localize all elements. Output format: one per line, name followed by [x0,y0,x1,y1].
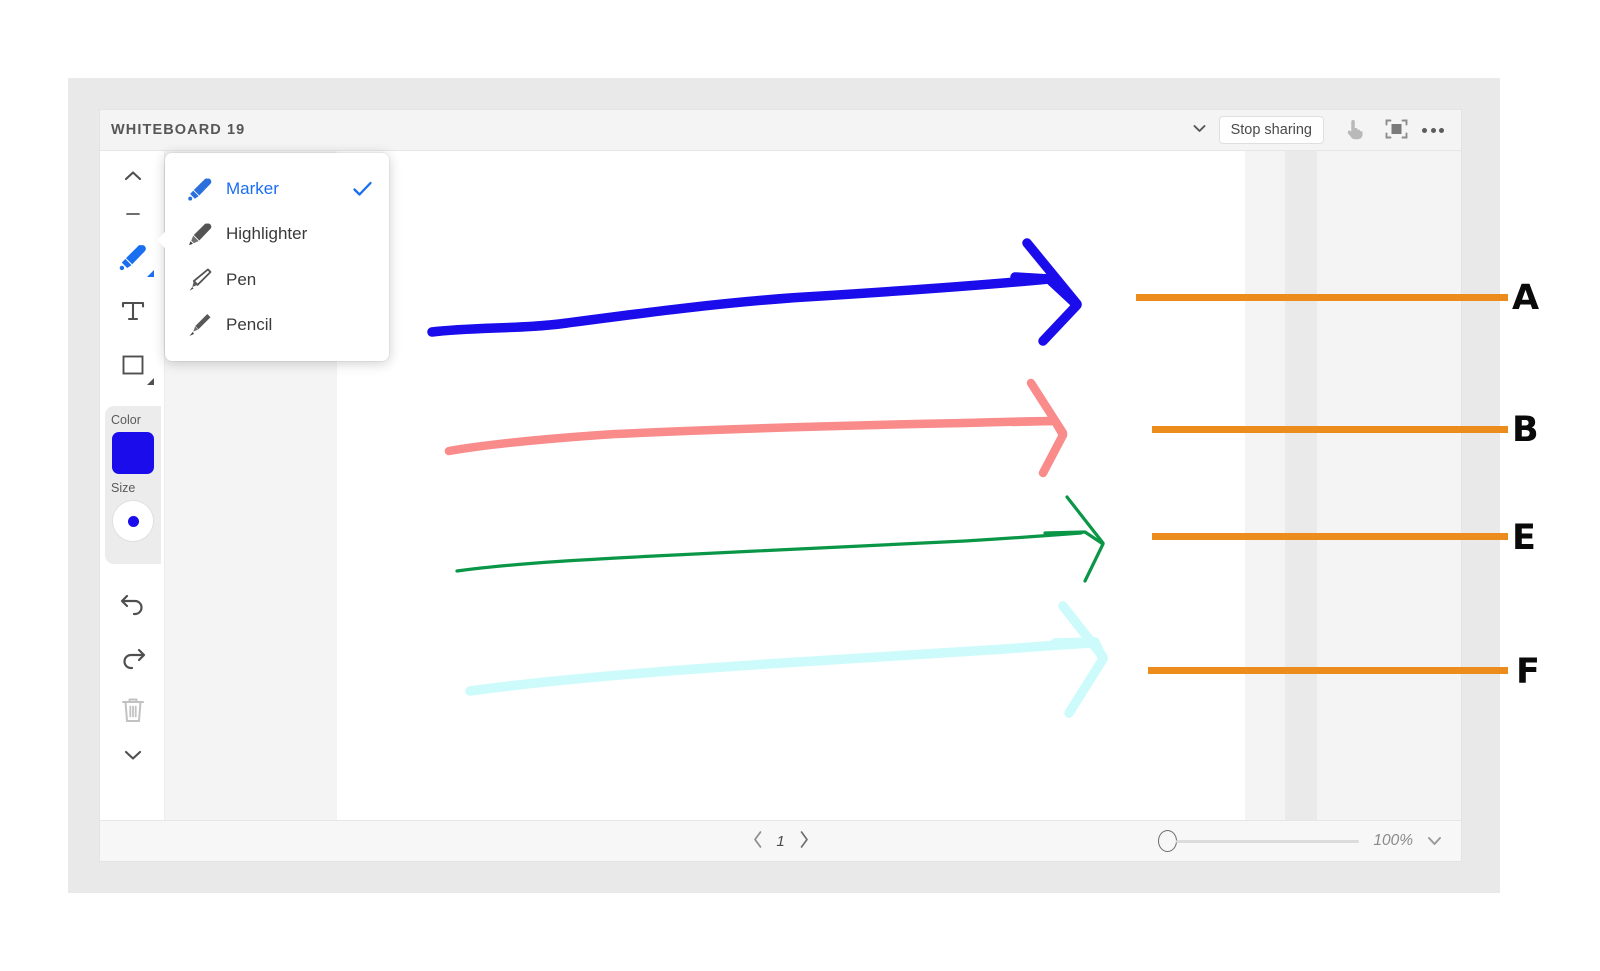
whiteboard-page-sheet[interactable] [337,151,1245,820]
pen-tool-button[interactable] [105,231,161,285]
next-page-button[interactable] [794,828,814,854]
chevron-down-icon [1191,120,1208,140]
flyout-item-pencil[interactable]: Pencil [165,303,389,349]
delete-button[interactable] [105,684,161,738]
tool-rail-scroll-down-button[interactable] [105,738,161,774]
size-label: Size [111,481,136,495]
fit-to-screen-button[interactable] [1378,115,1414,145]
page-navigator: 1 [748,828,814,854]
pointing-hand-icon [1343,117,1366,144]
pencil-icon [181,310,219,340]
marker-icon [116,240,150,277]
marker-icon [181,174,219,204]
trash-can-icon [119,695,147,728]
tool-rail-bottom-group [100,576,165,774]
zoom-chevron-down-icon[interactable] [1425,833,1444,849]
chevron-left-icon [752,830,764,852]
header-collapse-chevron-button[interactable] [1181,115,1219,145]
redo-arrow-icon [118,641,148,674]
annotation-letter-b: B [1512,410,1539,450]
size-swatch-button[interactable] [112,500,154,542]
whiteboard-app-panel: WHITEBOARD 19 Stop sharing Color Size Ma… [100,110,1461,861]
stop-sharing-button[interactable]: Stop sharing [1218,116,1324,144]
annotation-letter-f: F [1516,652,1540,692]
flyout-item-label: Pencil [226,315,273,335]
flyout-item-marker[interactable]: Marker [165,166,389,212]
annotation-letter-a: A [1512,278,1540,318]
square-shape-icon [120,352,146,381]
more-options-dots-icon [1422,127,1444,133]
chevron-up-icon [122,168,144,187]
canvas-right-strip [1285,151,1317,820]
bottom-status-bar: 1 100% [100,820,1461,861]
more-options-button[interactable] [1418,115,1448,145]
flyout-item-highlighter[interactable]: Highlighter [165,212,389,258]
header-actions: Stop sharing [1181,115,1461,145]
small-dot-icon [127,515,139,527]
tool-rail-top-group [100,151,165,393]
chevron-right-icon [798,830,810,852]
fit-to-screen-icon [1384,118,1409,143]
tool-options-group: Color Size [105,406,161,564]
text-T-icon [119,297,147,328]
eraser-tool-button[interactable] [105,195,161,231]
flyout-item-pen[interactable]: Pen [165,257,389,303]
zoom-controls: 100% [1158,830,1444,852]
chevron-down-icon [122,747,144,766]
color-label: Color [111,413,141,427]
page-number: 1 [776,832,785,850]
pen-tool-flyout-menu[interactable]: Marker Highlighter Pen Pencil [157,153,389,361]
flyout-item-label: Pen [226,269,257,289]
redo-button[interactable] [105,630,161,684]
text-tool-button[interactable] [105,285,161,339]
app-header: WHITEBOARD 19 Stop sharing [100,110,1461,151]
annotation-letter-e: E [1512,518,1536,558]
checkmark-icon [352,180,373,198]
shape-tool-button[interactable] [105,339,161,393]
undo-button[interactable] [105,576,161,630]
zoom-slider-handle[interactable] [1158,830,1178,852]
pointer-tool-button[interactable] [1336,115,1372,145]
page-title: WHITEBOARD 19 [111,122,246,138]
tool-rail-scroll-up-button[interactable] [105,159,161,195]
prev-page-button[interactable] [748,828,768,854]
zoom-slider-track[interactable] [1176,839,1360,843]
pen-submenu-indicator-icon [146,270,154,277]
eraser-line-icon [123,206,143,221]
color-swatch-button[interactable] [112,432,154,474]
flyout-item-label: Marker [226,178,279,198]
highlighter-icon [181,219,219,249]
tool-rail: Color Size [100,151,165,820]
flyout-item-label: Highlighter [226,224,308,244]
pen-icon [181,265,219,295]
zoom-level-value: 100% [1373,832,1413,849]
shape-submenu-indicator-icon [146,378,154,385]
undo-arrow-icon [118,587,148,620]
